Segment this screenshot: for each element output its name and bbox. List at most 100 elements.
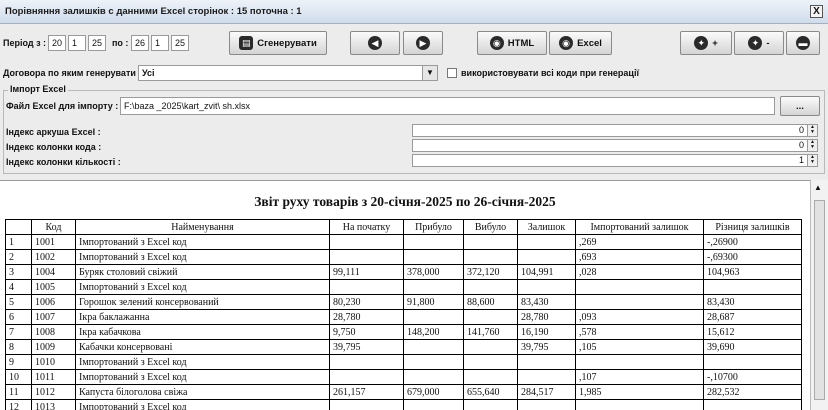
period-to-year-input[interactable]: 25 [171,35,189,51]
table-cell: Імпортований з Excel код [75,399,330,410]
table-cell: 6 [5,309,32,325]
table-cell: 3 [5,264,32,280]
table-cell: 1001 [31,234,76,250]
table-cell [463,369,518,385]
column-header: Вибуло [463,219,518,235]
table-cell: 16,190 [517,324,576,340]
table-cell [703,399,802,410]
generate-button[interactable]: ▤ Сгенерувати [229,31,327,55]
table-cell: -,10700 [703,369,802,385]
table-cell: 12 [5,399,32,410]
table-cell: 39,690 [703,339,802,355]
table-cell: 83,430 [703,294,802,310]
use-all-codes-checkbox[interactable] [447,68,457,78]
code-column-spinner[interactable]: 0 ▲ ▼ [412,139,818,152]
import-section-title: Імпорт Excel [8,84,68,94]
table-cell: 1002 [31,249,76,265]
qty-column-spinner[interactable]: 1 ▲ ▼ [412,154,818,167]
table-cell: ,693 [575,249,704,265]
sheet-index-value: 0 [798,125,804,135]
table-cell: 372,120 [463,264,518,280]
column-header: Імпортований залишок [575,219,704,235]
period-to-month-input[interactable]: 1 [151,35,169,51]
qty-column-value: 1 [798,155,804,165]
table-cell [463,399,518,410]
table-cell: 104,963 [703,264,802,280]
excel-export-button[interactable]: ◉ Excel [549,31,612,55]
table-cell [329,399,404,410]
vertical-scrollbar[interactable]: ▲ [810,180,828,410]
report-table: Код Найменування На початку Прибуло Вибуло За… [5,219,802,410]
add-column-button[interactable]: ✦ + [680,31,732,55]
table-cell [463,339,518,355]
table-cell: 15,612 [703,324,802,340]
scroll-up-icon[interactable]: ▲ [814,183,822,192]
period-from-year-input[interactable]: 25 [88,35,106,51]
table-cell: 148,200 [403,324,464,340]
table-cell: 104,991 [517,264,576,280]
table-row: 7 1008 Ікра кабачкова 9,750 148,200 141,760 16… [5,324,802,340]
table-cell [703,354,802,370]
period-from-month-input[interactable]: 1 [68,35,86,51]
table-cell [575,294,704,310]
chevron-down-icon[interactable]: ▼ [422,66,437,80]
table-row: 1 1001 Імпортований з Excel код ,269 -,26900 [5,234,802,250]
table-cell [329,234,404,250]
period-to-day-input[interactable]: 26 [131,35,149,51]
column-header: Прибуло [403,219,464,235]
spinner-arrows-icon[interactable]: ▲ ▼ [807,155,817,166]
code-column-value: 0 [798,140,804,150]
remove-column-label: - [766,37,770,49]
table-cell [517,234,576,250]
back-button[interactable]: ◀ [350,31,400,55]
spinner-arrows-icon[interactable]: ▲ ▼ [807,140,817,151]
table-cell: 4 [5,279,32,295]
table-cell: -,26900 [703,234,802,250]
excel-export-label: Excel [577,37,602,49]
remove-icon: ✦ [748,36,763,50]
browse-button[interactable]: ... [780,96,820,116]
import-file-path-input[interactable]: F:\baza _2025\kart_zvit\ sh.xlsx [120,97,775,115]
table-cell [463,279,518,295]
table-cell [403,249,464,265]
table-cell [403,234,464,250]
excel-icon: ◉ [559,36,574,50]
codes-selected-value: Усі [142,68,155,78]
table-cell: 7 [5,324,32,340]
forward-button[interactable]: ▶ [403,31,443,55]
import-file-label: Файл Excel для імпорту : [6,101,119,111]
column-header: Найменування [75,219,330,235]
table-cell: 28,780 [517,309,576,325]
period-to-label: по : [112,38,129,48]
table-cell: 1,985 [575,384,704,400]
table-cell [517,354,576,370]
column-header: На початку [329,219,404,235]
scrollbar-thumb[interactable] [814,200,825,400]
window-title: Порівняння залишків с данними Excel стор… [5,6,302,17]
period-from-day-input[interactable]: 20 [48,35,66,51]
table-cell: 1011 [31,369,76,385]
table-cell: 1005 [31,279,76,295]
table-cell: -,69300 [703,249,802,265]
table-cell [575,279,704,295]
table-cell: 5 [5,294,32,310]
table-row: 6 1007 Ікра баклажанна 28,780 28,780,093 28,6… [5,309,802,325]
table-cell: 80,230 [329,294,404,310]
table-cell: 1009 [31,339,76,355]
table-cell: 10 [5,369,32,385]
table-row: 8 1009 Кабачки консервовані 39,795 39,795,10… [5,339,802,355]
table-cell: 99,111 [329,264,404,280]
table-cell: Імпортований з Excel код [75,249,330,265]
spinner-arrows-icon[interactable]: ▲ ▼ [807,125,817,136]
table-cell: 679,000 [403,384,464,400]
table-cell: 1013 [31,399,76,410]
sheet-index-spinner[interactable]: 0 ▲ ▼ [412,124,818,137]
remove-column-button[interactable]: ✦ - [734,31,784,55]
close-button[interactable]: X [810,5,823,18]
report-title: Звіт руху товарів з 20-січня-2025 по 26-… [254,194,556,209]
html-export-button[interactable]: ◉ HTML [477,31,547,55]
print-button[interactable]: ▬ [786,31,820,55]
codes-select[interactable]: Усі ▼ [138,65,438,81]
column-header: Різниця залишків [703,219,802,235]
table-cell: 8 [5,339,32,355]
